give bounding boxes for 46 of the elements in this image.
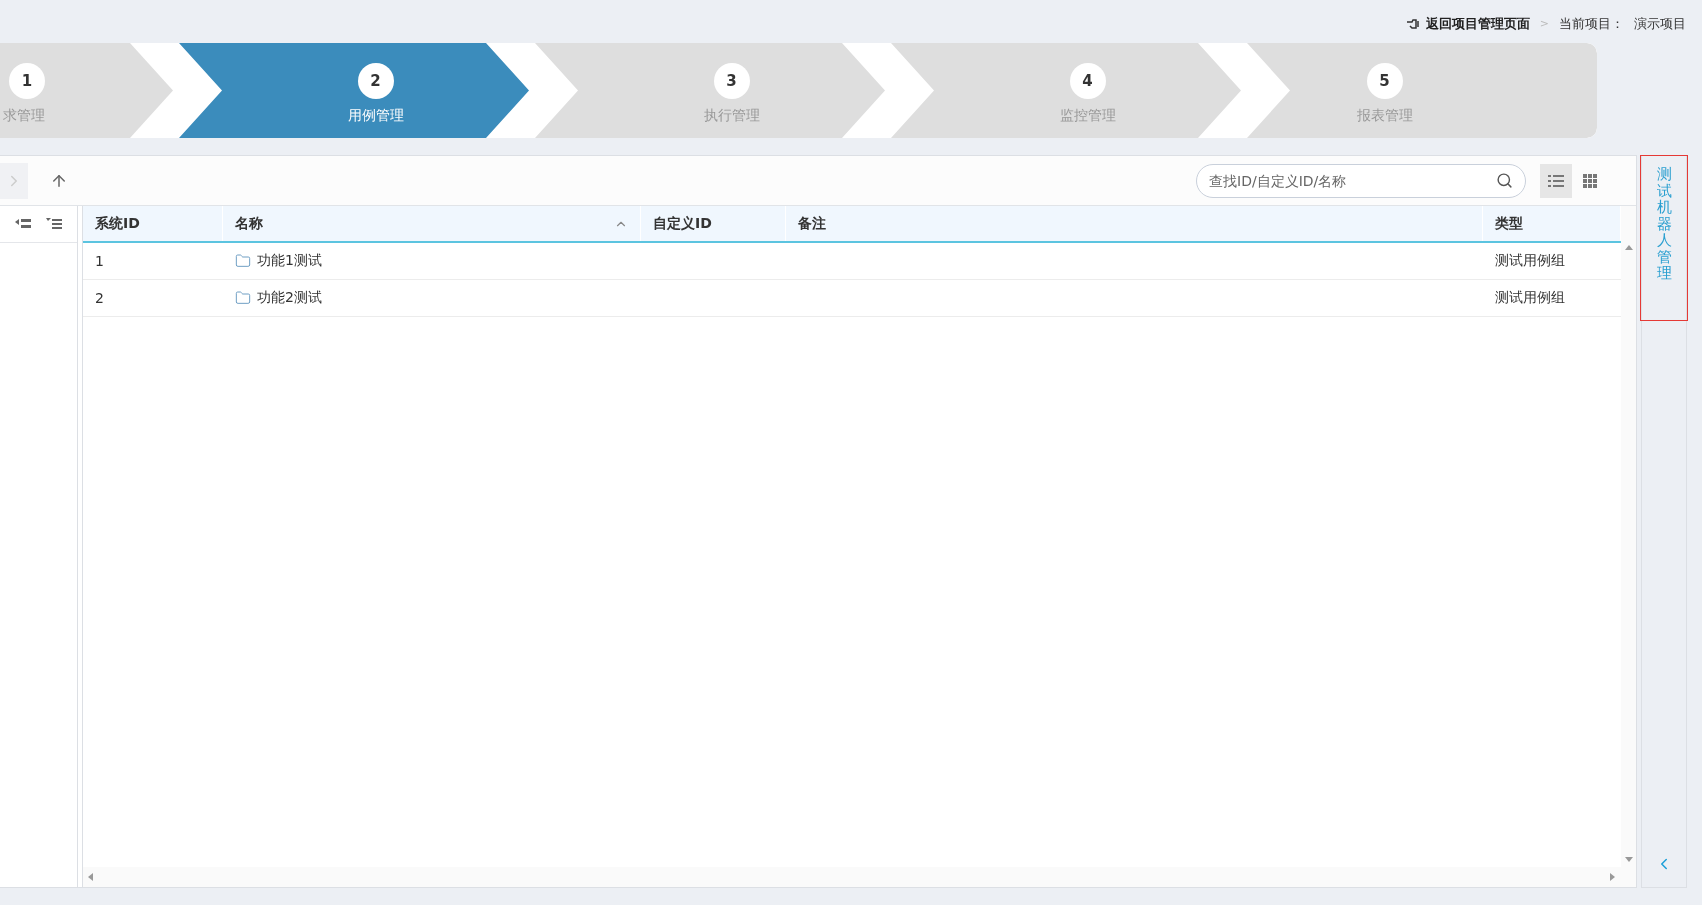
table-cell: 功能2测试	[257, 289, 322, 307]
column-header[interactable]: 备注	[786, 206, 1483, 241]
step-number: 4	[1069, 62, 1106, 99]
back-link[interactable]: 返回项目管理页面	[1405, 14, 1530, 33]
step-number: 3	[713, 62, 750, 99]
table-row[interactable]: 1 功能1测试 测试用例组	[83, 243, 1621, 280]
table-cell: 2	[95, 290, 104, 306]
scroll-right-icon[interactable]	[1608, 873, 1616, 881]
search-field[interactable]: 查找ID/自定义ID/名称	[1196, 163, 1526, 198]
list-view-icon	[1548, 173, 1564, 188]
view-toggle[interactable]	[1540, 163, 1572, 198]
column-header-label: 备注	[798, 214, 826, 233]
column-header-label: 自定义ID	[653, 214, 712, 233]
folder-icon	[235, 253, 251, 269]
breadcrumb-separator: >	[1539, 17, 1549, 30]
step-label: 求管理	[3, 106, 45, 125]
column-header[interactable]: 系统ID	[83, 206, 223, 241]
table-row[interactable]: 2 功能2测试 测试用例组	[83, 280, 1621, 317]
column-header-label: 类型	[1495, 214, 1523, 233]
step-number: 1	[9, 62, 45, 99]
table-cell: 测试用例组	[1495, 252, 1565, 270]
project-label: 当前项目：	[1559, 14, 1624, 33]
scroll-down-icon[interactable]	[1624, 855, 1633, 863]
column-header[interactable]: 名称	[223, 206, 641, 241]
table-cell: 测试用例组	[1495, 289, 1565, 307]
column-header-label: 名称	[235, 214, 263, 233]
table-cell: 功能1测试	[257, 252, 322, 270]
table-cell: 1	[95, 253, 104, 269]
step-label: 用例管理	[347, 106, 404, 125]
horizontal-scrollbar[interactable]	[83, 867, 1636, 887]
collapse-all-icon[interactable]	[15, 218, 32, 230]
project-name: 演示项目	[1634, 14, 1686, 33]
grid-view-icon	[1583, 173, 1597, 188]
step-label: 监控管理	[1059, 106, 1116, 125]
expand-all-icon[interactable]	[45, 218, 62, 230]
column-header[interactable]: 自定义ID	[641, 206, 786, 241]
step-tab[interactable]: 5 报表管理	[1247, 43, 1597, 138]
step-number: 5	[1366, 62, 1403, 99]
scroll-left-icon[interactable]	[87, 873, 95, 881]
column-header-label: 系统ID	[95, 214, 140, 233]
vertical-scrollbar[interactable]	[1621, 206, 1636, 867]
scroll-up-icon[interactable]	[1624, 244, 1633, 252]
step-label: 执行管理	[703, 106, 760, 125]
step-number: 2	[357, 62, 394, 99]
step-label: 报表管理	[1356, 106, 1413, 125]
folder-icon	[235, 290, 251, 306]
